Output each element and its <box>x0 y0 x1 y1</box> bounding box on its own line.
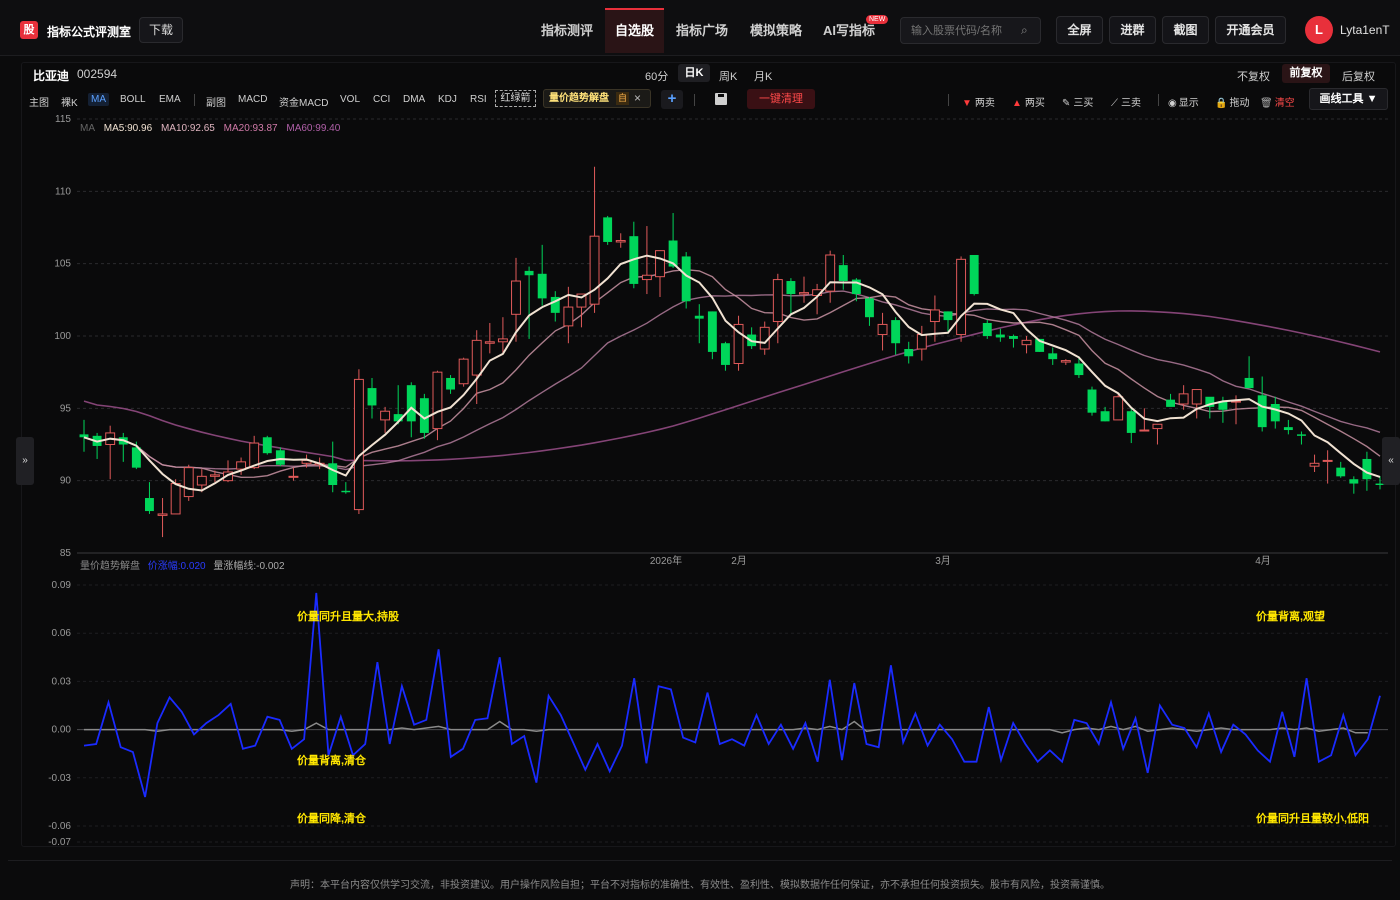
tab-macd[interactable]: MACD <box>238 94 267 105</box>
nav-watchlist-label[interactable]: 自选股 <box>605 10 664 52</box>
top-bar: 股 指标公式评测室 下载 指标测评 自选股 指标广场 模拟策略 AI写指标 NE… <box>0 0 1400 56</box>
nav-indicator-square[interactable]: 指标广场 <box>676 20 728 39</box>
download-button[interactable]: 下载 <box>139 17 183 43</box>
custom-indicator-tag[interactable]: 量价趋势解盘 自 × <box>543 89 651 108</box>
nav-watchlist[interactable]: 自选股 <box>605 8 664 53</box>
lock-icon: 🔒 <box>1215 98 1228 109</box>
close-icon[interactable]: × <box>634 90 641 107</box>
username[interactable]: Lyta1enT <box>1340 23 1390 37</box>
draw-drag-label: 拖动 <box>1229 98 1250 109</box>
draw-show[interactable]: ◉ 显示 <box>1168 94 1199 109</box>
save-icon[interactable] <box>715 93 727 105</box>
screenshot-button[interactable]: 截图 <box>1162 16 1209 44</box>
search-input[interactable] <box>900 17 1041 44</box>
divider <box>1158 94 1159 106</box>
stock-code: 002594 <box>77 67 118 81</box>
draw-clear-label: 清空 <box>1274 98 1295 109</box>
period-60min[interactable]: 60分 <box>645 68 668 84</box>
tab-sub-chart[interactable]: 副图 <box>206 94 226 109</box>
divider <box>948 94 949 106</box>
ma60-value: MA60:99.40 <box>286 123 341 134</box>
membership-button[interactable]: 开通会员 <box>1215 16 1286 44</box>
period-monthly[interactable]: 月K <box>754 68 772 84</box>
pen-icon: ✎ <box>1062 98 1071 109</box>
join-group-button[interactable]: 进群 <box>1109 16 1156 44</box>
indicator-legend-name: 量价趋势解盘 <box>80 561 140 572</box>
period-weekly[interactable]: 周K <box>719 68 737 84</box>
draw-two-buy-label: 两买 <box>1024 98 1045 109</box>
tab-boll[interactable]: BOLL <box>120 94 146 105</box>
divider <box>694 94 695 106</box>
add-indicator-button[interactable]: + <box>661 90 683 109</box>
tab-ma[interactable]: MA <box>88 93 109 106</box>
draw-three-sell[interactable]: ⟋ 三卖 <box>1111 94 1141 109</box>
tab-main-chart[interactable]: 主图 <box>29 94 49 109</box>
custom-indicator-name: 量价趋势解盘 <box>549 93 609 104</box>
draw-two-buy[interactable]: ▲ 两买 <box>1012 94 1045 109</box>
down-triangle-icon: ▼ <box>962 98 972 109</box>
up-triangle-icon: ▲ <box>1012 98 1022 109</box>
indicator-legend: 量价趋势解盘 价涨幅:0.020 量涨幅线:-0.002 <box>80 557 290 572</box>
red-green-arrow-button[interactable]: 红绿箭 <box>495 90 536 107</box>
avatar[interactable]: L <box>1305 16 1333 44</box>
stock-name: 比亚迪 <box>33 69 70 83</box>
draw-three-buy[interactable]: ✎ 三买 <box>1062 94 1093 109</box>
trash-icon: 🗑 <box>1260 98 1273 109</box>
line-icon: ⟋ <box>1111 98 1118 109</box>
draw-three-buy-label: 三买 <box>1073 98 1094 109</box>
disclaimer: 声明：本平台内容仅供学习交流，非投资建议。用户操作风险自担；平台不对指标的准确性… <box>290 880 1110 891</box>
volume-change-value: 量涨幅线:-0.002 <box>213 561 285 572</box>
ma20-value: MA20:93.87 <box>223 123 278 134</box>
tab-cci[interactable]: CCI <box>373 94 390 105</box>
search-icon[interactable]: ⌕ <box>1021 23 1028 38</box>
tab-naked-k[interactable]: 裸K <box>61 94 78 109</box>
expand-right-icon[interactable]: « <box>1382 437 1400 485</box>
draw-show-label: 显示 <box>1178 98 1199 109</box>
brand-title[interactable]: 指标公式评测室 <box>47 23 131 40</box>
draw-three-sell-label: 三卖 <box>1121 98 1141 109</box>
divider <box>194 94 195 106</box>
ma-legend-label: MA <box>80 123 95 134</box>
period-daily[interactable]: 日K <box>678 64 710 82</box>
price-change-value: 价涨幅:0.020 <box>147 561 206 572</box>
tab-ema[interactable]: EMA <box>159 94 181 105</box>
ma10-value: MA10:92.65 <box>160 123 215 134</box>
clear-all-button[interactable]: 一键清理 <box>747 89 815 109</box>
ma-legend: MA MA5:90.96 MA10:92.65 MA20:93.87 MA60:… <box>80 123 346 134</box>
nav-simulated-strategy[interactable]: 模拟策略 <box>750 20 802 39</box>
nav-evaluation[interactable]: 指标测评 <box>541 20 593 39</box>
chart-panel <box>21 62 1396 847</box>
tab-kdj[interactable]: KDJ <box>438 94 457 105</box>
self-tag: 自 <box>616 92 630 105</box>
tab-dma[interactable]: DMA <box>403 94 425 105</box>
draw-tools-button[interactable]: 画线工具 ▼ <box>1309 88 1388 110</box>
adjust-none[interactable]: 不复权 <box>1237 68 1270 84</box>
draw-two-sell[interactable]: ▼ 两卖 <box>962 94 995 109</box>
eye-icon: ◉ <box>1168 98 1177 109</box>
ma5-value: MA5:90.96 <box>103 123 153 134</box>
footer-divider <box>8 860 1392 861</box>
tab-rsi[interactable]: RSI <box>470 94 487 105</box>
draw-drag[interactable]: 🔒 拖动 <box>1215 94 1249 109</box>
adjust-backward[interactable]: 后复权 <box>1342 68 1375 84</box>
draw-clear[interactable]: 🗑 清空 <box>1260 94 1295 109</box>
draw-two-sell-label: 两卖 <box>974 98 995 109</box>
tab-vol[interactable]: VOL <box>340 94 360 105</box>
tab-fund-macd[interactable]: 资金MACD <box>279 94 328 109</box>
new-badge: NEW <box>866 15 889 24</box>
fullscreen-button[interactable]: 全屏 <box>1056 16 1103 44</box>
logo[interactable]: 股 <box>20 21 38 39</box>
adjust-forward[interactable]: 前复权 <box>1282 64 1330 83</box>
expand-left-icon[interactable]: » <box>16 437 34 485</box>
